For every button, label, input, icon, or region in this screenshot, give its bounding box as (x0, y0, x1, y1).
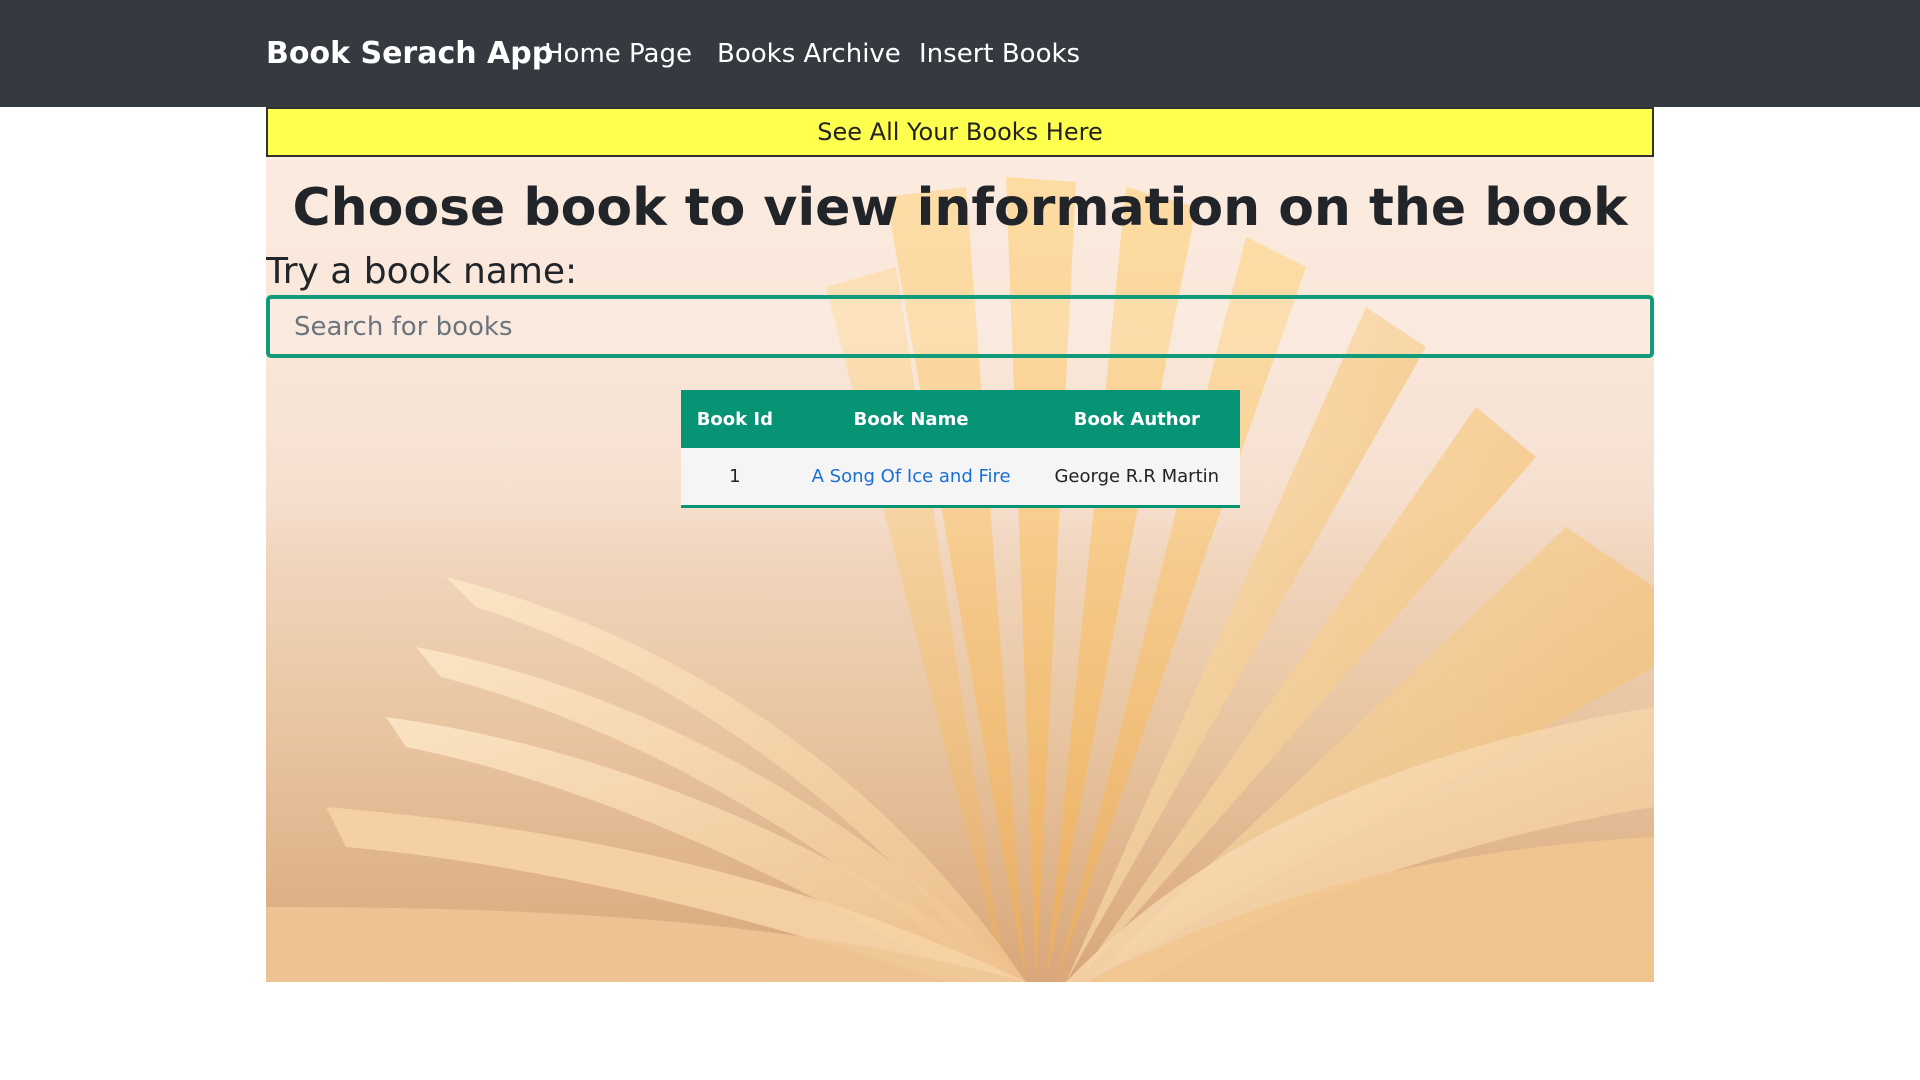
header-book-name: Book Name (788, 390, 1034, 448)
cell-book-author: George R.R Martin (1033, 448, 1240, 508)
main-container: See All Your Books Here Choose book to v… (266, 107, 1654, 982)
table-row: 1 A Song Of Ice and Fire George R.R Mart… (681, 448, 1240, 508)
brand-link[interactable]: Book Serach App (266, 36, 553, 72)
nav-insert-books[interactable]: Insert Books (919, 38, 1080, 70)
navbar: Book Serach App Home Page Books Archive … (0, 0, 1920, 107)
banner: See All Your Books Here (266, 107, 1654, 157)
search-input[interactable] (266, 295, 1654, 358)
cell-book-id: 1 (681, 448, 789, 508)
header-book-author: Book Author (1033, 390, 1240, 448)
table-header-row: Book Id Book Name Book Author (681, 390, 1240, 448)
search-label: Try a book name: (266, 251, 578, 292)
header-book-id: Book Id (681, 390, 789, 448)
book-name-link[interactable]: A Song Of Ice and Fire (788, 448, 1034, 508)
nav-books-archive[interactable]: Books Archive (717, 38, 901, 70)
nav-home-page[interactable]: Home Page (544, 38, 692, 70)
page-title: Choose book to view information on the b… (292, 178, 1628, 238)
books-table: Book Id Book Name Book Author 1 A Song O… (681, 390, 1240, 508)
